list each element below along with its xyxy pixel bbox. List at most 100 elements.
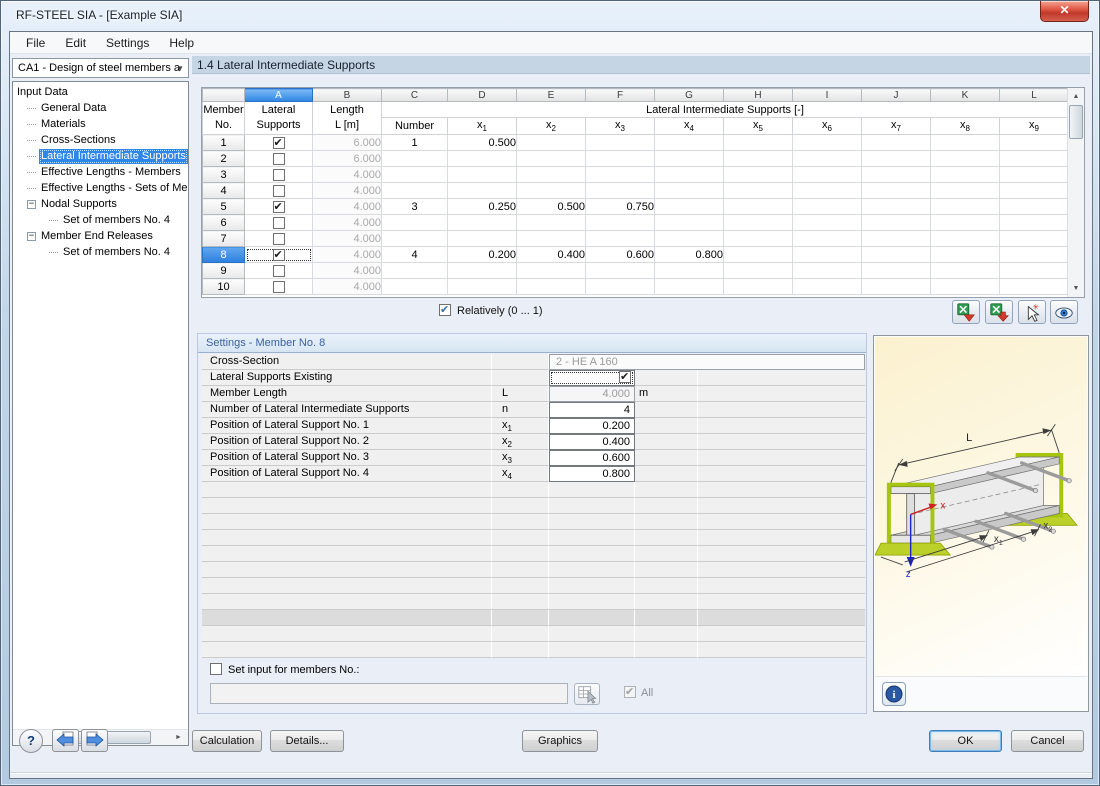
x7-cell[interactable] — [861, 198, 931, 215]
row-header[interactable]: 2 — [202, 150, 245, 167]
design-case-select[interactable]: CA1 - Design of steel members a ▼ — [12, 58, 189, 78]
tree-item[interactable]: Cross-Sections — [13, 132, 188, 148]
x2-cell[interactable] — [516, 150, 586, 167]
x5-cell[interactable] — [723, 182, 793, 199]
x3-cell[interactable] — [585, 166, 655, 183]
info-button[interactable]: i — [882, 682, 906, 706]
x8-cell[interactable] — [930, 246, 1000, 263]
lateral-supports-checkbox[interactable] — [272, 280, 285, 293]
row-header[interactable]: 1 — [202, 134, 245, 151]
x9-cell[interactable] — [999, 150, 1069, 167]
number-cell[interactable] — [381, 150, 448, 167]
x6-cell[interactable] — [792, 134, 862, 151]
number-cell[interactable] — [381, 278, 448, 295]
row-header[interactable]: 3 — [202, 166, 245, 183]
table-vertical-scrollbar[interactable]: ▲ ▼ — [1067, 88, 1084, 297]
x7-cell[interactable] — [861, 246, 931, 263]
x6-cell[interactable] — [792, 150, 862, 167]
x2-cell[interactable] — [516, 278, 586, 295]
column-letter-C[interactable]: C — [381, 88, 448, 102]
x5-cell[interactable] — [723, 166, 793, 183]
x6-cell[interactable] — [792, 214, 862, 231]
x4-cell[interactable] — [654, 214, 724, 231]
row-header[interactable]: 8 — [202, 246, 245, 263]
tree-root[interactable]: Input Data — [13, 84, 188, 100]
x1-cell[interactable] — [447, 150, 517, 167]
number-cell[interactable] — [381, 182, 448, 199]
menu-help[interactable]: Help — [159, 34, 204, 52]
scroll-right-icon[interactable]: ► — [171, 731, 186, 745]
x2-cell[interactable] — [516, 166, 586, 183]
x4-cell[interactable] — [654, 134, 724, 151]
previous-window-button[interactable] — [52, 729, 79, 752]
row-header[interactable]: 10 — [202, 278, 245, 295]
x1-cell[interactable] — [447, 230, 517, 247]
column-letter-F[interactable]: F — [585, 88, 655, 102]
x2-cell[interactable] — [516, 182, 586, 199]
number-cell[interactable] — [381, 230, 448, 247]
row-header[interactable]: 6 — [202, 214, 245, 231]
x2-cell[interactable]: 0.400 — [516, 246, 586, 263]
lateral-supports-checkbox-cell[interactable] — [244, 246, 313, 263]
x7-cell[interactable] — [861, 214, 931, 231]
x8-cell[interactable] — [930, 278, 1000, 295]
lateral-supports-checkbox-cell[interactable] — [244, 214, 313, 231]
x4-cell[interactable] — [654, 182, 724, 199]
lateral-supports-checkbox-cell[interactable] — [244, 198, 313, 215]
column-letter-K[interactable]: K — [930, 88, 1000, 102]
set-input-checkbox[interactable] — [210, 663, 222, 675]
x9-cell[interactable] — [999, 214, 1069, 231]
x8-cell[interactable] — [930, 230, 1000, 247]
settings-value[interactable]: 0.800 — [549, 466, 635, 482]
help-button[interactable]: ? — [19, 729, 43, 753]
lateral-supports-checkbox-cell[interactable] — [244, 230, 313, 247]
lateral-supports-checkbox-cell[interactable] — [244, 278, 313, 295]
lateral-supports-checkbox-cell[interactable] — [244, 166, 313, 183]
x4-cell[interactable] — [654, 262, 724, 279]
column-letter-L[interactable]: L — [999, 88, 1069, 102]
number-cell[interactable]: 4 — [381, 246, 448, 263]
lateral-supports-checkbox-cell[interactable] — [244, 262, 313, 279]
x3-cell[interactable] — [585, 134, 655, 151]
title-bar[interactable]: RF-STEEL SIA - [Example SIA] ✕ — [1, 1, 1099, 31]
x3-cell[interactable] — [585, 230, 655, 247]
tree-item[interactable]: − Nodal Supports — [13, 196, 188, 212]
x3-cell[interactable] — [585, 278, 655, 295]
x4-cell[interactable] — [654, 230, 724, 247]
x9-cell[interactable] — [999, 246, 1069, 263]
close-button[interactable]: ✕ — [1040, 1, 1089, 22]
all-checkbox[interactable] — [624, 685, 636, 698]
x1-cell[interactable]: 0.250 — [447, 198, 517, 215]
x9-cell[interactable] — [999, 134, 1069, 151]
cancel-button[interactable]: Cancel — [1011, 730, 1084, 752]
x9-cell[interactable] — [999, 278, 1069, 295]
x3-cell[interactable]: 0.750 — [585, 198, 655, 215]
collapse-icon[interactable]: − — [27, 231, 36, 241]
x4-cell[interactable] — [654, 198, 724, 215]
scroll-down-icon[interactable]: ▼ — [1069, 281, 1083, 296]
number-cell[interactable]: 1 — [381, 134, 448, 151]
x5-cell[interactable] — [723, 262, 793, 279]
x6-cell[interactable] — [792, 230, 862, 247]
x2-cell[interactable] — [516, 262, 586, 279]
x7-cell[interactable] — [861, 134, 931, 151]
tree-item[interactable]: Lateral Intermediate Supports — [13, 148, 188, 164]
tree-item[interactable]: Set of members No. 4 — [13, 212, 188, 228]
members-number-input[interactable] — [210, 683, 568, 704]
lateral-supports-checkbox[interactable] — [272, 232, 285, 245]
x5-cell[interactable] — [723, 134, 793, 151]
x8-cell[interactable] — [930, 182, 1000, 199]
x7-cell[interactable] — [861, 166, 931, 183]
settings-value[interactable]: 0.400 — [549, 434, 635, 450]
tree-item[interactable]: Effective Lengths - Sets of Men — [13, 180, 188, 196]
number-cell[interactable] — [381, 262, 448, 279]
x7-cell[interactable] — [861, 182, 931, 199]
x9-cell[interactable] — [999, 182, 1069, 199]
column-letter-H[interactable]: H — [723, 88, 793, 102]
menu-edit[interactable]: Edit — [55, 34, 96, 52]
lateral-supports-checkbox-cell[interactable] — [244, 134, 313, 151]
lateral-supports-checkbox-cell[interactable] — [244, 182, 313, 199]
x6-cell[interactable] — [792, 198, 862, 215]
x2-cell[interactable] — [516, 230, 586, 247]
calculation-button[interactable]: Calculation — [192, 730, 262, 752]
